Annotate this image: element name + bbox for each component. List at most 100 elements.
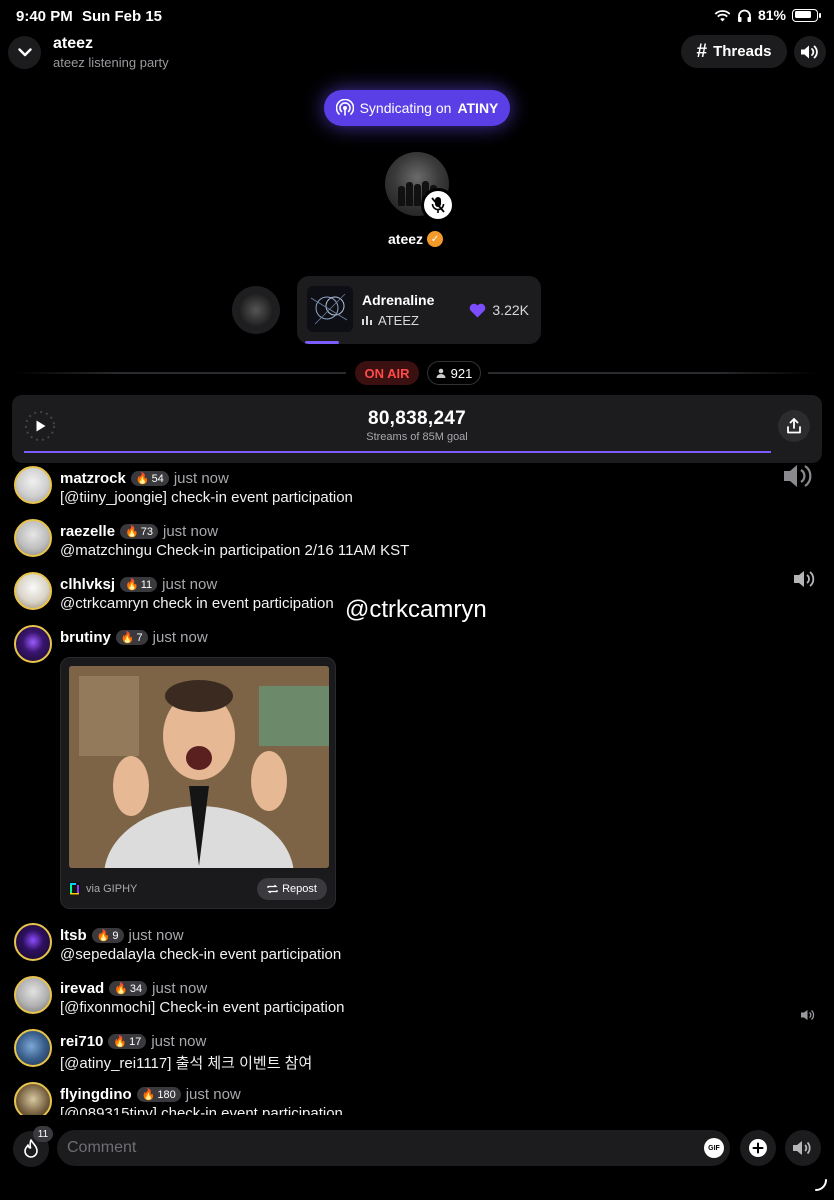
chat-feed[interactable]: matzrock 🔥 54 just now [@tiiny_joongie] c…: [0, 463, 834, 1115]
giphy-attribution: via GIPHY: [69, 882, 137, 895]
fire-badge-count: 9: [112, 929, 119, 942]
user-avatar[interactable]: [14, 976, 52, 1014]
syndication-button[interactable]: Syndicating on ATINY: [324, 90, 510, 126]
fire-icon: 🔥: [113, 1036, 128, 1048]
user-avatar[interactable]: [14, 625, 52, 663]
user-avatar[interactable]: [14, 466, 52, 504]
message-header: raezelle 🔥 73 just now: [60, 523, 218, 540]
resize-handle-icon[interactable]: [814, 1178, 828, 1192]
user-avatar[interactable]: [14, 1082, 52, 1115]
fire-icon: 🔥: [114, 983, 128, 995]
add-button[interactable]: [740, 1130, 776, 1166]
message-header: irevad 🔥 34 just now: [60, 980, 207, 997]
verified-icon: ✓: [427, 231, 444, 247]
username[interactable]: irevad: [60, 980, 104, 997]
threads-button[interactable]: # Threads: [681, 35, 787, 68]
streams-goal-label: Streams of 85M goal: [366, 431, 468, 443]
fire-icon: 🔥: [141, 1089, 156, 1101]
fire-badge-count: 180: [157, 1088, 176, 1101]
gif-message[interactable]: via GIPHY Repost: [60, 657, 336, 909]
album-art-graphic: [310, 293, 348, 325]
message-text: [@fixonmochi] Check-in event participati…: [60, 999, 345, 1016]
gif-image: [69, 666, 329, 868]
message-text: [@tiiny_joongie] check-in event particip…: [60, 489, 353, 506]
gif-picture: [69, 666, 329, 868]
artist-name: ATEEZ: [378, 313, 419, 328]
avatar-figure: [398, 186, 405, 206]
username[interactable]: matzrock: [60, 470, 126, 487]
avatar-figure: [414, 184, 421, 206]
message-text: @ctrkcamryn check in event participation: [60, 595, 334, 612]
muted-badge: [421, 188, 455, 222]
heart-icon: [470, 303, 486, 317]
fire-badge-count: 34: [129, 982, 143, 995]
streams-count: 80,838,247: [367, 408, 467, 429]
timestamp: just now: [163, 523, 219, 540]
username[interactable]: raezelle: [60, 523, 115, 540]
plus-icon: [749, 1139, 767, 1157]
message-header: flyingdino 🔥 180 just now: [60, 1086, 241, 1103]
like-button[interactable]: 3.22K: [469, 302, 529, 318]
repost-button[interactable]: Repost: [257, 878, 327, 900]
user-avatar[interactable]: [14, 923, 52, 961]
host-name-text: ateez: [388, 231, 424, 247]
timestamp: just now: [151, 1033, 207, 1050]
username[interactable]: brutiny: [60, 629, 111, 646]
message-text: @sepedalayla check-in event participatio…: [60, 946, 342, 963]
album-thumbnail: [240, 294, 272, 326]
speaking-indicator: [800, 1008, 816, 1022]
status-time: 9:40 PM: [16, 8, 73, 25]
fire-badge: 🔥 34: [109, 981, 148, 996]
sound-button[interactable]: [794, 36, 826, 68]
user-avatar[interactable]: [14, 519, 52, 557]
message-text: [@atiny_rei1117] 출석 체크 이벤트 참여: [60, 1055, 313, 1072]
fire-badge: 🔥 9: [91, 928, 124, 943]
fire-icon: 🔥: [125, 579, 139, 591]
speaker-icon: [801, 45, 818, 59]
fire-badge: 🔥 180: [136, 1087, 181, 1102]
room-subtitle: ateez listening party: [53, 55, 169, 70]
message-text: @matzchingu Check-in participation 2/16 …: [60, 542, 410, 559]
giphy-icon: [69, 882, 80, 895]
fire-badge-count: 73: [140, 525, 153, 538]
overlay-handle-text: @ctrkcamryn: [345, 596, 487, 623]
share-button[interactable]: [778, 410, 810, 442]
fire-badge: 🔥 7: [115, 630, 148, 645]
username[interactable]: flyingdino: [60, 1086, 132, 1103]
album-art: [307, 286, 353, 332]
giphy-label: via GIPHY: [86, 882, 138, 895]
username[interactable]: ltsb: [60, 927, 87, 944]
status-date: Sun Feb 15: [82, 8, 163, 25]
collapse-button[interactable]: [8, 36, 41, 69]
speaker-icon: [784, 465, 812, 487]
comment-input[interactable]: [57, 1130, 730, 1166]
fire-icon: 🔥: [135, 473, 150, 485]
wifi-icon: [714, 9, 731, 21]
syndication-prefix: Syndicating on: [359, 100, 452, 116]
streams-progress: [24, 451, 772, 453]
user-avatar[interactable]: [14, 572, 52, 610]
listener-count[interactable]: 921: [427, 361, 481, 385]
headphones-icon: [737, 9, 751, 22]
speaking-indicator: [792, 567, 818, 591]
user-avatar[interactable]: [14, 1029, 52, 1067]
on-air-badge: ON AIR: [355, 361, 419, 385]
hash-icon: #: [696, 40, 708, 62]
username[interactable]: clhlvksj: [60, 576, 115, 593]
speaker-icon: [794, 571, 815, 587]
queue-album-art[interactable]: [232, 286, 280, 334]
share-icon: [787, 418, 801, 434]
speaker-toggle-button[interactable]: [785, 1130, 821, 1166]
gif-button[interactable]: GIF: [704, 1138, 724, 1158]
fire-icon: 🔥: [125, 526, 139, 538]
timestamp: just now: [152, 629, 208, 646]
fire-badge-count: 54: [151, 472, 164, 485]
username[interactable]: rei710: [60, 1033, 103, 1050]
now-playing-card[interactable]: Adrenaline ATEEZ 3.22K: [297, 276, 541, 344]
fire-badge-count: 17: [129, 1035, 142, 1048]
message-header: clhlvksj 🔥 11 just now: [60, 576, 217, 593]
like-count: 3.22K: [492, 302, 529, 318]
equalizer-icon: [362, 316, 372, 325]
listener-count-value: 921: [450, 365, 473, 381]
divider: [488, 372, 818, 374]
